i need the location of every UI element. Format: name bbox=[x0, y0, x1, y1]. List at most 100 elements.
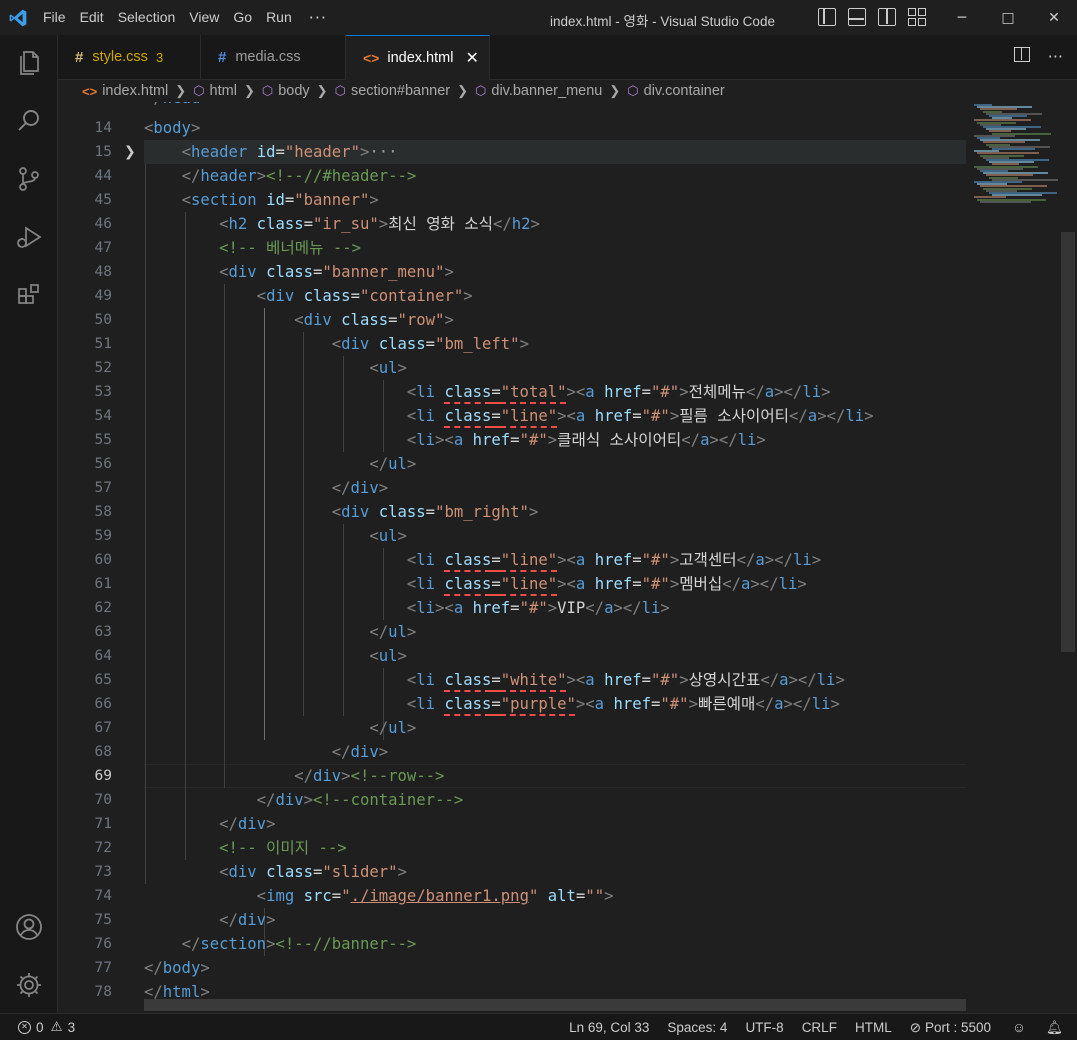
line-number: 51 bbox=[94, 336, 112, 352]
code-line: <!-- 이미지 --> bbox=[219, 839, 347, 857]
code-editor[interactable]: 13 14 15 ❯ 44 45 46 47 48 49 50 51 52 53 54 55 56 57 58 59 6… bbox=[58, 102, 1077, 1013]
more-actions-icon[interactable]: ··· bbox=[1048, 47, 1063, 66]
breadcrumb-item-container[interactable]: ⬡ div.container bbox=[627, 83, 725, 99]
problems-indicator[interactable]: ✕ 0 ⚠ 3 bbox=[18, 1019, 75, 1035]
code-line: <li class="line"><a href="#">멤버십</a></li… bbox=[406, 575, 807, 593]
maximize-icon[interactable]: □ bbox=[985, 0, 1031, 35]
customize-layout-icon[interactable] bbox=[908, 8, 926, 26]
chevron-right-icon: ❯ bbox=[609, 83, 621, 98]
manage-gear-icon[interactable] bbox=[0, 957, 58, 1013]
breadcrumb-item-section[interactable]: ⬡ section#banner ❯ bbox=[335, 83, 475, 99]
breadcrumb-item-banner-menu[interactable]: ⬡ div.banner_menu ❯ bbox=[475, 83, 627, 99]
breadcrumb: <> index.html ❯ ⬡ html ❯ ⬡ body ❯ ⬡ section#ban… bbox=[58, 80, 1077, 102]
line-number: 69 bbox=[94, 768, 112, 784]
code-line: <div class="row"> bbox=[294, 311, 454, 329]
notifications-bell-icon[interactable]: 🔔︎ bbox=[1038, 1020, 1077, 1036]
line-number: 74 bbox=[94, 888, 112, 904]
code-line: </header><!--//#header--> bbox=[181, 167, 417, 185]
source-control-icon[interactable] bbox=[0, 151, 58, 207]
menu-go[interactable]: Go bbox=[226, 0, 259, 35]
end-of-line[interactable]: CRLF bbox=[793, 1020, 846, 1035]
line-number: 13 bbox=[58, 102, 112, 110]
explorer-icon[interactable] bbox=[0, 35, 58, 91]
line-number: 50 bbox=[94, 312, 112, 328]
code-area[interactable]: </head> <body> <header id="header">··· </… bbox=[144, 102, 966, 1013]
toggle-secondary-sidebar-icon[interactable] bbox=[878, 8, 896, 26]
horizontal-scrollbar[interactable] bbox=[144, 999, 966, 1011]
code-line: <ul> bbox=[369, 359, 407, 377]
line-number: 68 bbox=[94, 744, 112, 760]
menu-edit[interactable]: Edit bbox=[73, 0, 111, 35]
code-line: <li><a href="#">VIP</a></li> bbox=[406, 599, 670, 617]
code-line: <div class="banner_menu"> bbox=[219, 263, 454, 281]
feedback-icon[interactable]: ☺ bbox=[1000, 1020, 1038, 1035]
code-line: <!-- 베너메뉴 --> bbox=[219, 239, 361, 257]
menu-run[interactable]: Run bbox=[259, 0, 299, 35]
code-line: <li><a href="#">클래식 소사이어티</a></li> bbox=[406, 431, 766, 449]
tab-style-css[interactable]: # style.css 3 bbox=[58, 35, 201, 79]
line-number: 65 bbox=[94, 672, 112, 688]
split-editor-icon[interactable] bbox=[1013, 47, 1030, 62]
close-tab-icon[interactable]: ✕ bbox=[465, 48, 478, 68]
breadcrumb-item-body[interactable]: ⬡ body ❯ bbox=[262, 83, 335, 99]
line-number: 67 bbox=[94, 720, 112, 736]
menu-more-button[interactable]: ··· bbox=[299, 0, 337, 35]
line-number: 49 bbox=[94, 288, 112, 304]
line-number: 60 bbox=[94, 552, 112, 568]
line-number: 63 bbox=[94, 624, 112, 640]
breadcrumb-item-file[interactable]: <> index.html ❯ bbox=[82, 83, 193, 99]
line-number: 64 bbox=[94, 648, 112, 664]
code-line: <section id="banner"> bbox=[181, 191, 379, 209]
language-mode[interactable]: HTML bbox=[846, 1020, 901, 1035]
code-line: <div class="slider"> bbox=[219, 863, 407, 881]
cursor-position[interactable]: Ln 69, Col 33 bbox=[560, 1020, 658, 1035]
line-number: 61 bbox=[94, 576, 112, 592]
toggle-primary-sidebar-icon[interactable] bbox=[818, 8, 836, 26]
line-number: 70 bbox=[94, 792, 112, 808]
html-file-icon: <> bbox=[82, 83, 98, 99]
code-line: <body> bbox=[144, 119, 201, 137]
code-line: <header id="header">··· bbox=[181, 143, 398, 161]
line-number: 55 bbox=[94, 432, 112, 448]
code-line: </head> bbox=[144, 102, 966, 110]
toggle-panel-icon[interactable] bbox=[848, 8, 866, 26]
run-debug-icon[interactable] bbox=[0, 209, 58, 265]
fold-chevron-icon[interactable]: ❯ bbox=[124, 140, 136, 164]
search-icon[interactable] bbox=[0, 93, 58, 149]
line-number: 66 bbox=[94, 696, 112, 712]
chevron-right-icon: ❯ bbox=[457, 83, 469, 98]
tab-index-html[interactable]: <> index.html ✕ bbox=[346, 35, 490, 80]
line-number: 54 bbox=[94, 408, 112, 424]
title-bar: File Edit Selection View Go Run ··· index.htm… bbox=[0, 0, 1077, 35]
live-server-port[interactable]: ⊘ Port : 5500 bbox=[901, 1020, 1000, 1036]
line-number: 52 bbox=[94, 360, 112, 376]
extensions-icon[interactable] bbox=[0, 267, 58, 323]
editor-tabs: # style.css 3 # media.css <> index.html … bbox=[58, 35, 1077, 80]
line-number: 71 bbox=[94, 816, 112, 832]
minimap-line bbox=[980, 200, 1031, 203]
indentation[interactable]: Spaces: 4 bbox=[658, 1020, 736, 1035]
line-number-gutter: 13 14 15 ❯ 44 45 46 47 48 49 50 51 52 53 54 55 56 57 58 59 6… bbox=[58, 102, 136, 1013]
tab-media-css[interactable]: # media.css bbox=[201, 35, 346, 79]
accounts-icon[interactable] bbox=[0, 899, 58, 955]
menu-selection[interactable]: Selection bbox=[111, 0, 183, 35]
code-line: </div><!--container--> bbox=[256, 791, 464, 809]
close-window-icon[interactable]: ✕ bbox=[1031, 0, 1077, 35]
line-number: 44 bbox=[94, 168, 112, 184]
element-cube-icon: ⬡ bbox=[193, 83, 205, 98]
element-cube-icon: ⬡ bbox=[627, 83, 639, 98]
minimize-icon[interactable]: ─ bbox=[939, 0, 985, 35]
menu-view[interactable]: View bbox=[182, 0, 226, 35]
encoding[interactable]: UTF-8 bbox=[736, 1020, 792, 1035]
error-icon: ✕ bbox=[18, 1020, 31, 1034]
line-number: 59 bbox=[94, 528, 112, 544]
vertical-scrollbar[interactable] bbox=[1061, 232, 1075, 652]
breadcrumb-item-html[interactable]: ⬡ html ❯ bbox=[193, 83, 262, 99]
element-cube-icon: ⬡ bbox=[334, 83, 346, 98]
menu-file[interactable]: File bbox=[36, 0, 73, 35]
minimap[interactable] bbox=[970, 102, 1065, 1013]
status-bar: ✕ 0 ⚠ 3 Ln 69, Col 33 Spaces: 4 UTF-8 CR… bbox=[0, 1013, 1077, 1040]
css-file-icon: # bbox=[75, 48, 84, 66]
html-file-icon: <> bbox=[363, 50, 380, 66]
code-line: <div class="bm_right"> bbox=[331, 503, 539, 521]
